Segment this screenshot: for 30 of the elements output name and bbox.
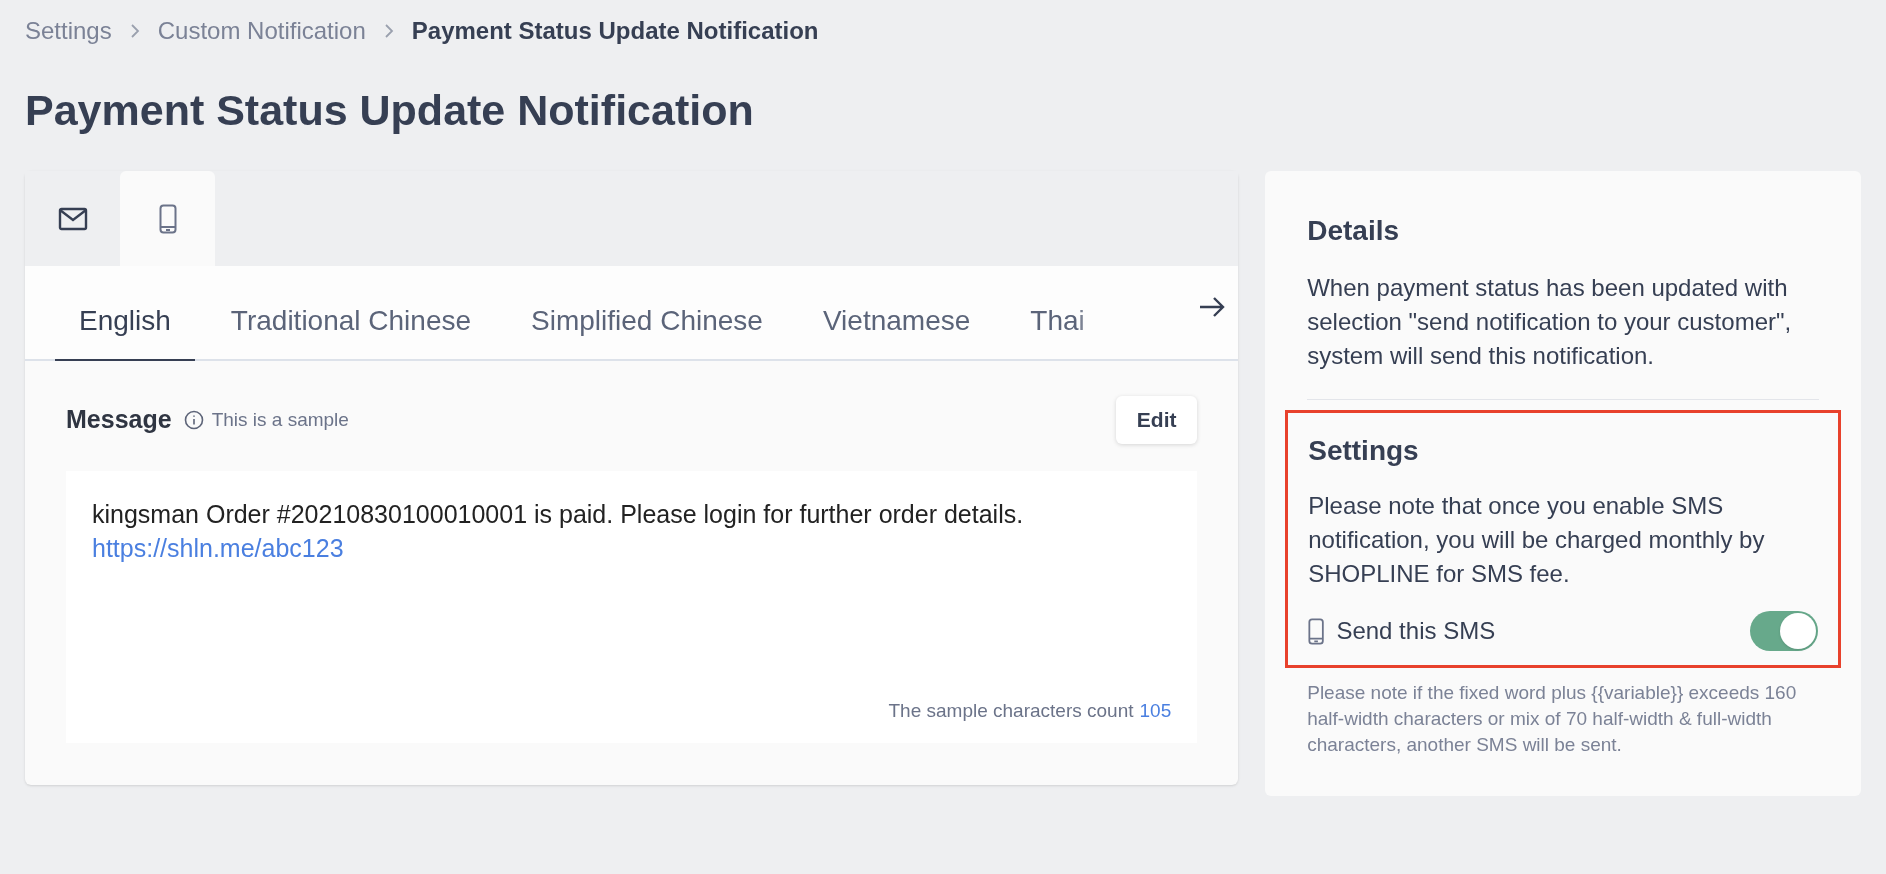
details-heading: Details (1307, 214, 1401, 248)
language-tab[interactable]: Thai (1006, 283, 1109, 361)
language-tab[interactable]: English (55, 283, 195, 361)
breadcrumb-current: Payment Status Update Notification (411, 16, 819, 46)
settings-text: Please note that once you enable SMS notification, you will be charged monthly by SHOPLINE for SMS fee. (1308, 491, 1766, 589)
count-label: The sample characters count (888, 698, 1134, 723)
message-text: kingsman Order #20210830100010001 is paid. Please login for further order details. (92, 499, 1025, 530)
section-heading: Message (66, 404, 172, 436)
language-tab[interactable]: Vietnamese (798, 283, 995, 361)
settings-heading: Settings (1308, 434, 1420, 468)
info-icon (183, 410, 204, 430)
breadcrumb-link[interactable]: Settings (25, 13, 112, 49)
edit-button[interactable]: Edit (1116, 396, 1198, 444)
toggle-switch[interactable] (1750, 611, 1818, 651)
chevron-icon (383, 23, 394, 39)
page-title: Payment Status Update Notification (25, 85, 755, 136)
note-text: Please note if the fixed word plus {{variable}} exceeds 160 half-width characters or mix of 70 half-width & full-width characters, another SMS will be sent. (1306, 681, 1798, 757)
count-value: 105 (1139, 698, 1172, 723)
hint-text: This is a sample (211, 407, 349, 432)
language-tab[interactable]: Simplified Chinese (507, 283, 787, 361)
breadcrumb-link[interactable]: Custom Notification (157, 13, 366, 49)
details-text: When payment status has been updated with selection "send notification to your customer", system will send this notification. (1307, 273, 1793, 371)
phone-icon (158, 203, 177, 234)
language-tab[interactable]: Traditional Chinese (206, 283, 496, 361)
toggle-label: Send this SMS (1336, 616, 1496, 646)
message-link[interactable]: https://shln.me/abc123 (92, 531, 344, 565)
arrow-right-icon[interactable] (1198, 296, 1227, 318)
mail-icon (57, 206, 88, 231)
phone-icon (1308, 617, 1325, 645)
chevron-icon (129, 23, 140, 39)
